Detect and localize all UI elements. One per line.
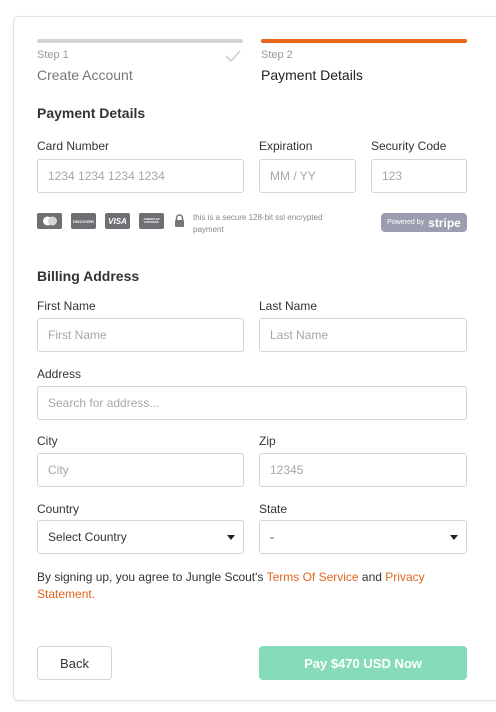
discover-icon: DISCOVER [71, 213, 96, 229]
terms-text: By signing up, you agree to Jungle Scout… [37, 569, 467, 603]
powered-by-stripe-badge: Powered by stripe [381, 213, 467, 232]
country-select[interactable]: Select Country [37, 520, 244, 554]
security-code-label: Security Code [371, 139, 447, 153]
visa-icon: VISA [105, 213, 130, 229]
city-placeholder: City [48, 463, 69, 477]
city-label: City [37, 434, 58, 448]
country-label: Country [37, 502, 80, 516]
pay-button[interactable]: Pay $470 USD Now [259, 646, 467, 680]
zip-placeholder: 12345 [270, 463, 304, 477]
mastercard-icon [37, 213, 62, 229]
first-name-placeholder: First Name [48, 328, 107, 342]
powered-by-text: Powered by [387, 219, 425, 226]
chevron-down-icon [227, 534, 235, 540]
terms-prefix: By signing up, you agree to Jungle Scout… [37, 570, 267, 584]
terms-middle: and [358, 570, 386, 584]
zip-input[interactable]: 12345 [259, 453, 467, 487]
step-1-progress-bar [37, 39, 243, 43]
check-icon [225, 50, 241, 63]
billing-address-heading: Billing Address [37, 268, 140, 284]
step-2-label: Step 2 [261, 49, 293, 61]
last-name-input[interactable]: Last Name [259, 318, 467, 352]
step-2-title: Payment Details [261, 67, 363, 83]
country-selected-value: Select Country [48, 530, 127, 544]
first-name-input[interactable]: First Name [37, 318, 244, 352]
expiration-placeholder: MM / YY [270, 169, 316, 183]
address-placeholder: Search for address... [48, 396, 160, 410]
terms-of-service-link[interactable]: Terms Of Service [267, 570, 359, 584]
lock-icon [175, 214, 184, 227]
state-label: State [259, 502, 288, 516]
last-name-label: Last Name [259, 299, 318, 313]
card-number-input[interactable]: 1234 1234 1234 1234 [37, 159, 244, 193]
state-selected-value: - [270, 530, 274, 544]
amex-icon: AMERICAN EXPRESS [139, 213, 164, 229]
last-name-placeholder: Last Name [270, 328, 329, 342]
step-2-progress-bar [261, 39, 467, 43]
city-input[interactable]: City [37, 453, 244, 487]
step-1-title: Create Account [37, 67, 133, 83]
expiration-input[interactable]: MM / YY [259, 159, 356, 193]
expiration-label: Expiration [259, 139, 313, 153]
zip-label: Zip [259, 434, 276, 448]
first-name-label: First Name [37, 299, 96, 313]
card-number-placeholder: 1234 1234 1234 1234 [48, 169, 165, 183]
address-label: Address [37, 367, 82, 381]
payment-details-heading: Payment Details [37, 105, 146, 121]
state-select[interactable]: - [259, 520, 467, 554]
security-code-placeholder: 123 [382, 169, 403, 183]
step-1-label: Step 1 [37, 49, 69, 61]
secure-payment-note: this is a secure 128-bit ssl encrypted p… [193, 213, 323, 234]
card-number-label: Card Number [37, 139, 110, 153]
address-search-input[interactable]: Search for address... [37, 386, 467, 420]
security-code-input[interactable]: 123 [371, 159, 467, 193]
chevron-down-icon [450, 534, 458, 540]
back-button[interactable]: Back [37, 646, 112, 680]
stripe-logo-text: stripe [428, 215, 461, 230]
